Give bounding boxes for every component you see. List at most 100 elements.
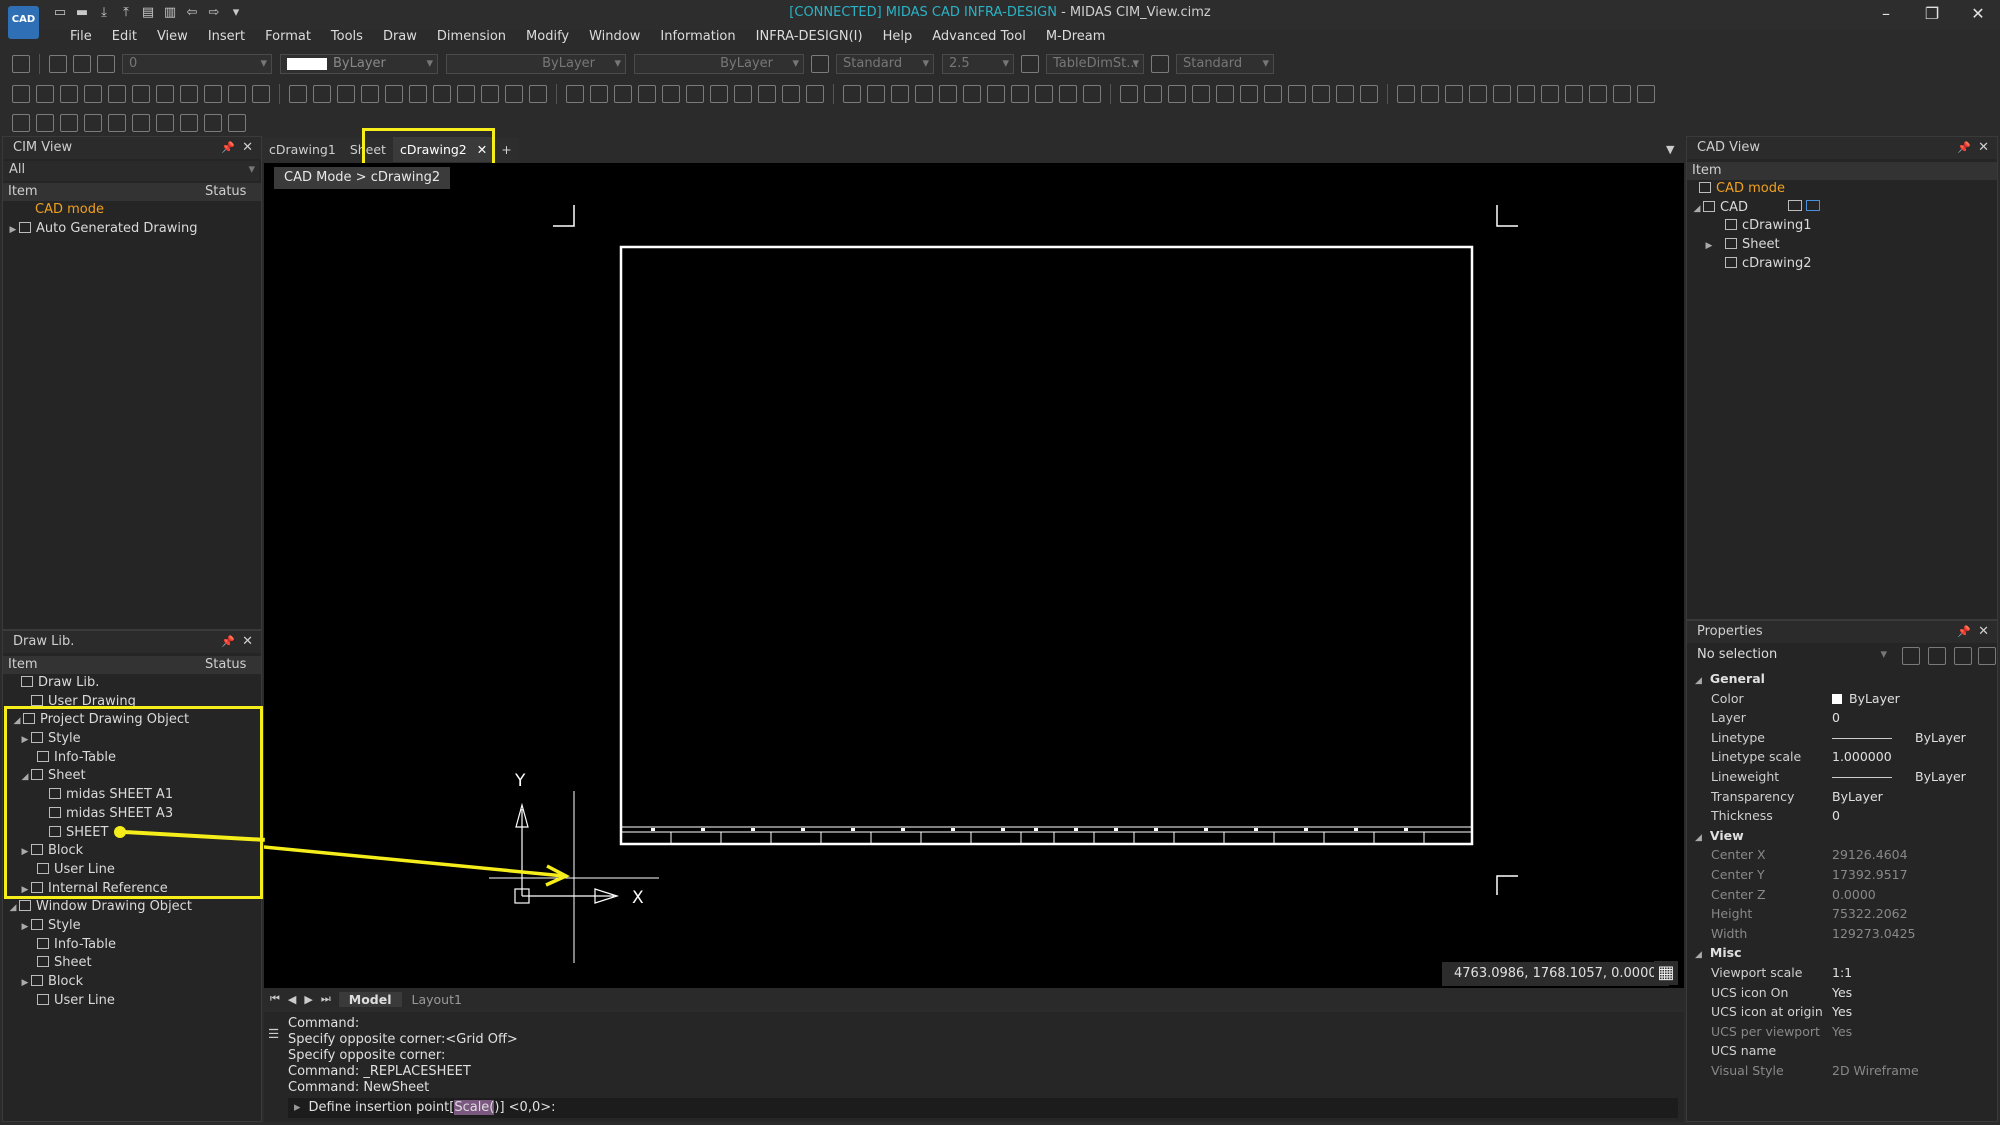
lineweight-combo[interactable]: ByLayer <box>634 54 804 74</box>
text-style-icon[interactable] <box>811 55 829 73</box>
toolbar-tool-icon[interactable] <box>252 85 270 103</box>
utility-tool-icon[interactable] <box>132 114 150 132</box>
toolbar-tool-icon[interactable] <box>963 85 981 103</box>
next-layout-icon[interactable]: ▶ <box>304 993 312 1006</box>
plot-style-icon[interactable] <box>1151 55 1169 73</box>
cim-filter-select[interactable]: All <box>3 161 259 181</box>
toolbar-tool-icon[interactable] <box>806 85 824 103</box>
toolbar-tool-icon[interactable] <box>1360 85 1378 103</box>
color-combo[interactable]: ByLayer <box>280 54 438 74</box>
toolbar-tool-icon[interactable] <box>529 85 547 103</box>
pin-icon[interactable]: 📌 <box>221 137 235 159</box>
tab-model[interactable]: Model <box>338 991 402 1007</box>
toolbar-tool-icon[interactable] <box>361 85 379 103</box>
toolbar-tool-icon[interactable] <box>1421 85 1439 103</box>
toolbar-tool-icon[interactable] <box>782 85 800 103</box>
property-row[interactable]: Color ByLayer <box>1687 689 1997 709</box>
dim-style-combo[interactable]: TableDimSt... <box>1046 54 1144 74</box>
toolbar-tool-icon[interactable] <box>156 85 174 103</box>
bulb-icon[interactable] <box>49 55 67 73</box>
close-icon[interactable]: ✕ <box>1978 137 1989 159</box>
last-layout-icon[interactable]: ⏭ <box>321 992 331 1006</box>
toolbar-tool-icon[interactable] <box>409 85 427 103</box>
tree-item-cdrawing2[interactable]: cDrawing2 <box>1687 255 1997 274</box>
menu-edit[interactable]: Edit <box>102 28 147 46</box>
toolbar-tool-icon[interactable] <box>566 85 584 103</box>
property-row[interactable]: Lineweight ByLayer <box>1687 767 1997 787</box>
property-row[interactable]: Transparency ByLayer <box>1687 787 1997 807</box>
toolbar-tool-icon[interactable] <box>987 85 1005 103</box>
toolbar-tool-icon[interactable] <box>481 85 499 103</box>
tree-item-style[interactable]: ▶ Style <box>3 917 261 936</box>
expand-arrow-icon[interactable]: ▶ <box>1703 237 1715 256</box>
toolbar-tool-icon[interactable] <box>1613 85 1631 103</box>
toolbar-tool-icon[interactable] <box>1312 85 1330 103</box>
select-objects-icon[interactable] <box>1928 647 1946 665</box>
toggle-pickadd-icon[interactable] <box>1978 647 1996 665</box>
utility-tool-icon[interactable] <box>108 114 126 132</box>
toolbar-tool-icon[interactable] <box>289 85 307 103</box>
new-tab-button[interactable]: + <box>494 137 519 162</box>
toolbar-tool-icon[interactable] <box>686 85 704 103</box>
toolbar-tool-icon[interactable] <box>1083 85 1101 103</box>
toolbar-tool-icon[interactable] <box>710 85 728 103</box>
toolbar-tool-icon[interactable] <box>180 85 198 103</box>
utility-tool-icon[interactable] <box>12 114 30 132</box>
menu-advanced-tool[interactable]: Advanced Tool <box>922 28 1036 46</box>
property-row[interactable]: Visual Style 2D Wireframe <box>1687 1061 1997 1081</box>
tree-item-cad[interactable]: ◢ CAD <box>1687 199 1997 218</box>
pin-icon[interactable]: 📌 <box>1957 137 1971 159</box>
property-row[interactable]: Center Z 0.0000 <box>1687 885 1997 905</box>
toolbar-tool-icon[interactable] <box>1565 85 1583 103</box>
menu-help[interactable]: Help <box>873 28 923 46</box>
expand-arrow-icon[interactable]: ▶ <box>19 918 31 937</box>
prev-layout-icon[interactable]: ◀ <box>288 993 296 1006</box>
menu-window[interactable]: Window <box>579 28 650 46</box>
toolbar-tool-icon[interactable] <box>662 85 680 103</box>
toolbar-tool-icon[interactable] <box>1469 85 1487 103</box>
section-view[interactable]: ◢ View <box>1687 826 1997 846</box>
first-layout-icon[interactable]: ⏮ <box>270 992 280 1006</box>
toolbar-tool-icon[interactable] <box>108 85 126 103</box>
property-row[interactable]: Layer 0 <box>1687 708 1997 728</box>
close-icon[interactable]: ✕ <box>1966 2 1990 26</box>
tree-item-sheet[interactable]: Sheet <box>3 954 261 973</box>
property-row[interactable]: Thickness 0 <box>1687 806 1997 826</box>
toolbar-tool-icon[interactable] <box>457 85 475 103</box>
section-misc[interactable]: ◢ Misc <box>1687 943 1997 963</box>
sheet-frame[interactable] <box>619 245 1474 846</box>
grid-layout-icon[interactable]: ▦ <box>1654 961 1678 985</box>
menu-format[interactable]: Format <box>255 28 321 46</box>
minimize-icon[interactable]: – <box>1874 2 1898 26</box>
layer-combo[interactable]: 0 <box>122 54 272 74</box>
toolbar-tool-icon[interactable] <box>1637 85 1655 103</box>
tab-cdrawing1[interactable]: cDrawing1 <box>262 137 343 162</box>
close-icon[interactable]: ✕ <box>242 137 253 159</box>
expanded-arrow-icon[interactable]: ◢ <box>1691 200 1703 219</box>
menu-infra-design[interactable]: INFRA-DESIGN(I) <box>746 28 873 46</box>
toolbar-tool-icon[interactable] <box>867 85 885 103</box>
pin-icon[interactable]: 📌 <box>1957 621 1971 643</box>
drawing-canvas[interactable]: Y X <box>119 163 1684 988</box>
toolbar-tool-icon[interactable] <box>1445 85 1463 103</box>
section-general[interactable]: ◢ General <box>1687 669 1997 689</box>
menu-draw[interactable]: Draw <box>373 28 427 46</box>
toolbar-tool-icon[interactable] <box>1240 85 1258 103</box>
close-icon[interactable]: ✕ <box>1978 621 1989 643</box>
property-row[interactable]: Height 75322.2062 <box>1687 904 1997 924</box>
tab-layout1[interactable]: Layout1 <box>402 992 472 1007</box>
utility-tool-icon[interactable] <box>204 114 222 132</box>
selection-select[interactable]: No selection <box>1691 646 1891 666</box>
pin-icon[interactable]: 📌 <box>221 631 235 653</box>
dim-style-icon[interactable] <box>1021 55 1039 73</box>
utility-tool-icon[interactable] <box>60 114 78 132</box>
lock-icon[interactable] <box>97 55 115 73</box>
toolbar-tool-icon[interactable] <box>638 85 656 103</box>
toolbar-tool-icon[interactable] <box>1120 85 1138 103</box>
property-row[interactable]: Center Y 17392.9517 <box>1687 865 1997 885</box>
toolbar-tool-icon[interactable] <box>1168 85 1186 103</box>
toolbar-tool-icon[interactable] <box>1192 85 1210 103</box>
toolbar-tool-icon[interactable] <box>734 85 752 103</box>
property-row[interactable]: Linetype scale 1.000000 <box>1687 747 1997 767</box>
toolbar-tool-icon[interactable] <box>337 85 355 103</box>
